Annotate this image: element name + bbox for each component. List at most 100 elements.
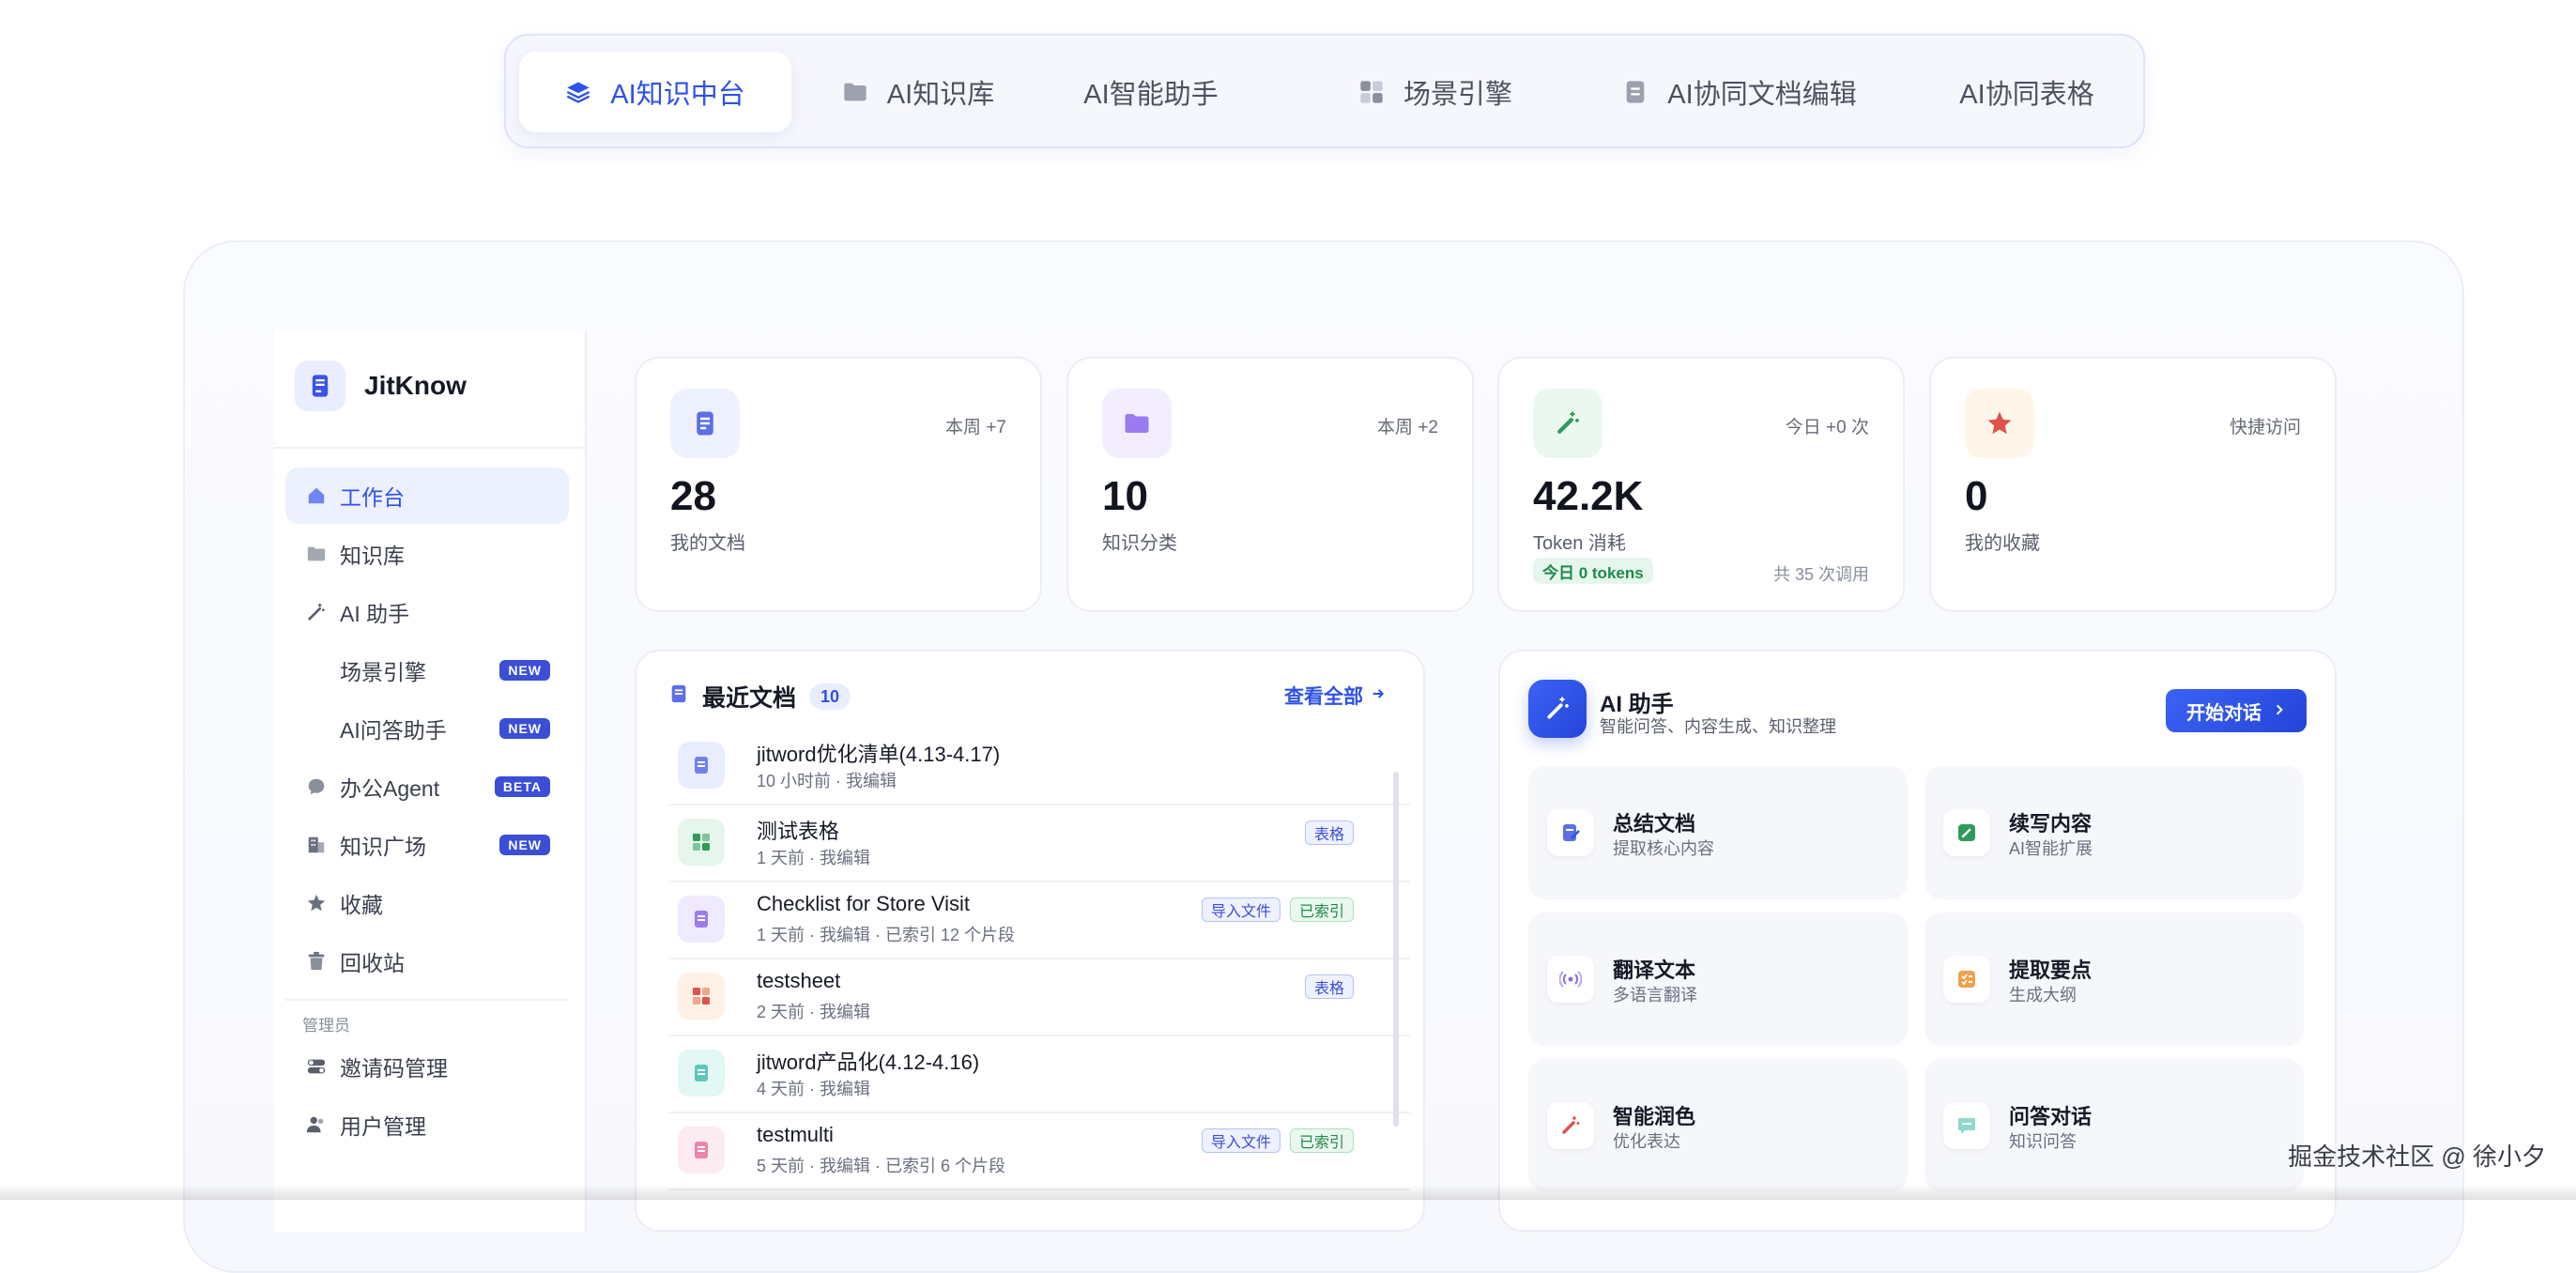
table-row[interactable]: testsheet 2 天前 · 我编辑 表格 (668, 959, 1410, 1036)
feature-qa-chat[interactable]: 问答对话 知识问答 (1924, 1059, 2304, 1192)
divider (285, 999, 569, 1001)
table-row[interactable]: testmulti 5 天前 · 我编辑 · 已索引 6 个片段 导入文件 已索… (668, 1113, 1410, 1190)
sidebar-item-recycle-bin[interactable]: 回收站 (285, 933, 569, 989)
feature-translate[interactable]: 翻译文本 多语言翻译 (1528, 913, 1908, 1046)
start-chat-button[interactable]: 开始对话 (2166, 689, 2307, 732)
layers-icon (565, 79, 591, 105)
doc-tags: 表格 (1304, 974, 1354, 999)
doc-title: jitword产品化(4.12-4.16) (757, 1051, 980, 1074)
scrollbar[interactable] (1393, 772, 1399, 1127)
sidebar-item-knowledge-base[interactable]: 知识库 (285, 526, 569, 582)
feature-summarize[interactable]: 总结文档 提取核心内容 (1528, 766, 1908, 899)
sidebar-item-ai-qa[interactable]: AI问答助手 NEW (285, 700, 569, 757)
doc-tag: 表格 (1304, 974, 1354, 999)
sidebar-item-invite-codes[interactable]: 邀请码管理 (285, 1038, 569, 1095)
stat-value: 10 (1102, 473, 1148, 519)
toggle-icon (304, 1054, 329, 1079)
folder-icon (304, 542, 329, 566)
feature-continue-writing[interactable]: 续写内容 AI智能扩展 (1924, 766, 2304, 899)
table-row[interactable]: jitword产品化(4.12-4.16) 4 天前 · 我编辑 (668, 1036, 1410, 1113)
sidebar-item-label: 工作台 (340, 485, 405, 510)
trash-icon (304, 949, 329, 974)
sidebar-item-scene-engine[interactable]: 场景引擎 NEW (285, 642, 569, 698)
building-icon (304, 833, 329, 857)
tab-label: AI协同表格 (1959, 80, 2094, 110)
document-icon (678, 742, 725, 789)
magic-wand-icon (1547, 1102, 1594, 1149)
doc-count-badge: 10 (809, 683, 851, 710)
feature-polish[interactable]: 智能润色 优化表达 (1528, 1059, 1908, 1192)
magic-wand-icon (1528, 680, 1587, 738)
watermark: 掘金技术社区 @ 徐小夕 (2288, 1143, 2546, 1171)
tab-ai-assistant[interactable]: AI智能助手 (1052, 52, 1250, 132)
tab-label: AI协同文档编辑 (1667, 80, 1857, 110)
sidebar-item-office-agent[interactable]: 办公Agent BETA (285, 759, 569, 815)
new-badge: NEW (499, 718, 550, 739)
sidebar-item-favorites[interactable]: 收藏 (285, 875, 569, 931)
feature-subtitle: 提取核心内容 (1613, 839, 1714, 858)
doc-tags: 表格 (1304, 821, 1354, 845)
doc-tag: 导入文件 (1201, 1128, 1280, 1153)
tab-ai-collab-sheet[interactable]: AI协同表格 (1933, 52, 2121, 132)
sidebar-item-label: 收藏 (340, 893, 383, 917)
sidebar-item-label: 知识广场 (340, 835, 426, 859)
document-icon (670, 389, 740, 458)
stat-card-categories[interactable]: 本周 +2 10 知识分类 (1066, 357, 1474, 612)
document-icon (668, 683, 689, 711)
users-icon (304, 1112, 329, 1137)
sidebar-item-label: 邀请码管理 (340, 1056, 448, 1081)
chat-icon (1943, 1102, 1990, 1149)
sidebar-item-knowledge-square[interactable]: 知识广场 NEW (285, 817, 569, 873)
doc-meta: 1 天前 · 我编辑 · 已索引 12 个片段 (757, 926, 1016, 944)
tab-label: AI知识中台 (610, 80, 745, 110)
feature-subtitle: 生成大纲 (2009, 986, 2077, 1005)
sidebar-item-workbench[interactable]: 工作台 (285, 468, 569, 524)
document-icon (678, 1127, 725, 1173)
tab-ai-knowledge-base[interactable]: AI知识库 (820, 52, 1017, 132)
tab-scene-engine[interactable]: 场景引擎 (1332, 52, 1539, 132)
admin-section-label: 管理员 (302, 1017, 350, 1035)
feature-title: 续写内容 (2009, 812, 2093, 836)
stat-card-tokens[interactable]: 今日 +0 次 42.2K Token 消耗 今日 0 tokens 共 35 … (1497, 357, 1905, 612)
feature-title: 提取要点 (2009, 959, 2093, 982)
recent-documents-panel: 最近文档 10 查看全部 jitword优化清单(4.13-4.17) 10 小… (635, 650, 1425, 1232)
stat-label: 知识分类 (1102, 533, 1177, 554)
sidebar-item-user-management[interactable]: 用户管理 (285, 1097, 569, 1153)
today-tokens-pill: 今日 0 tokens (1533, 558, 1653, 584)
stat-card-favorites[interactable]: 快捷访问 0 我的收藏 (1929, 357, 2337, 612)
view-all-link[interactable]: 查看全部 (1284, 682, 1386, 710)
feature-subtitle: AI智能扩展 (2009, 839, 2093, 858)
stat-value: 42.2K (1533, 473, 1644, 519)
feature-extract-points[interactable]: 提取要点 生成大纲 (1924, 913, 2304, 1046)
tab-ai-knowledge-center[interactable]: AI知识中台 (519, 52, 791, 132)
tab-label: AI智能助手 (1083, 80, 1219, 110)
table-row[interactable]: Checklist for Store Visit 1 天前 · 我编辑 · 已… (668, 882, 1410, 959)
sidebar-item-label: 回收站 (340, 951, 405, 975)
arrow-right-icon (2273, 700, 2286, 722)
table-row[interactable]: 测试表格 1 天前 · 我编辑 表格 (668, 805, 1410, 882)
brand[interactable]: JitKnow (295, 360, 467, 411)
magic-wand-icon (304, 600, 329, 624)
doc-meta: 5 天前 · 我编辑 · 已索引 6 个片段 (757, 1157, 1006, 1175)
star-icon (304, 891, 329, 915)
view-all-label: 查看全部 (1284, 686, 1363, 708)
magic-wand-icon (1533, 389, 1602, 458)
table-row[interactable]: jitword优化清单(4.13-4.17) 10 小时前 · 我编辑 (668, 729, 1410, 805)
doc-title: testsheet (757, 969, 841, 992)
sidebar-item-ai-assistant[interactable]: AI 助手 (285, 584, 569, 640)
document-icon (678, 1050, 725, 1097)
stat-tag: 本周 +7 (945, 418, 1006, 437)
tab-ai-collab-doc[interactable]: AI协同文档编辑 (1599, 52, 1880, 132)
doc-title: Checklist for Store Visit (757, 892, 971, 915)
doc-tag: 已索引 (1289, 1128, 1354, 1153)
stat-card-documents[interactable]: 本周 +7 28 我的文档 (635, 357, 1042, 612)
feature-title: 智能润色 (1613, 1105, 1696, 1128)
stat-label: 我的收藏 (1965, 533, 2040, 554)
document-icon (1622, 79, 1648, 105)
new-badge: NEW (499, 660, 550, 681)
feature-subtitle: 多语言翻译 (1613, 986, 1697, 1005)
document-icon (678, 896, 725, 943)
doc-meta: 2 天前 · 我编辑 (757, 1003, 871, 1021)
doc-title: 测试表格 (757, 820, 840, 843)
sidebar-item-label: 用户管理 (340, 1114, 426, 1139)
